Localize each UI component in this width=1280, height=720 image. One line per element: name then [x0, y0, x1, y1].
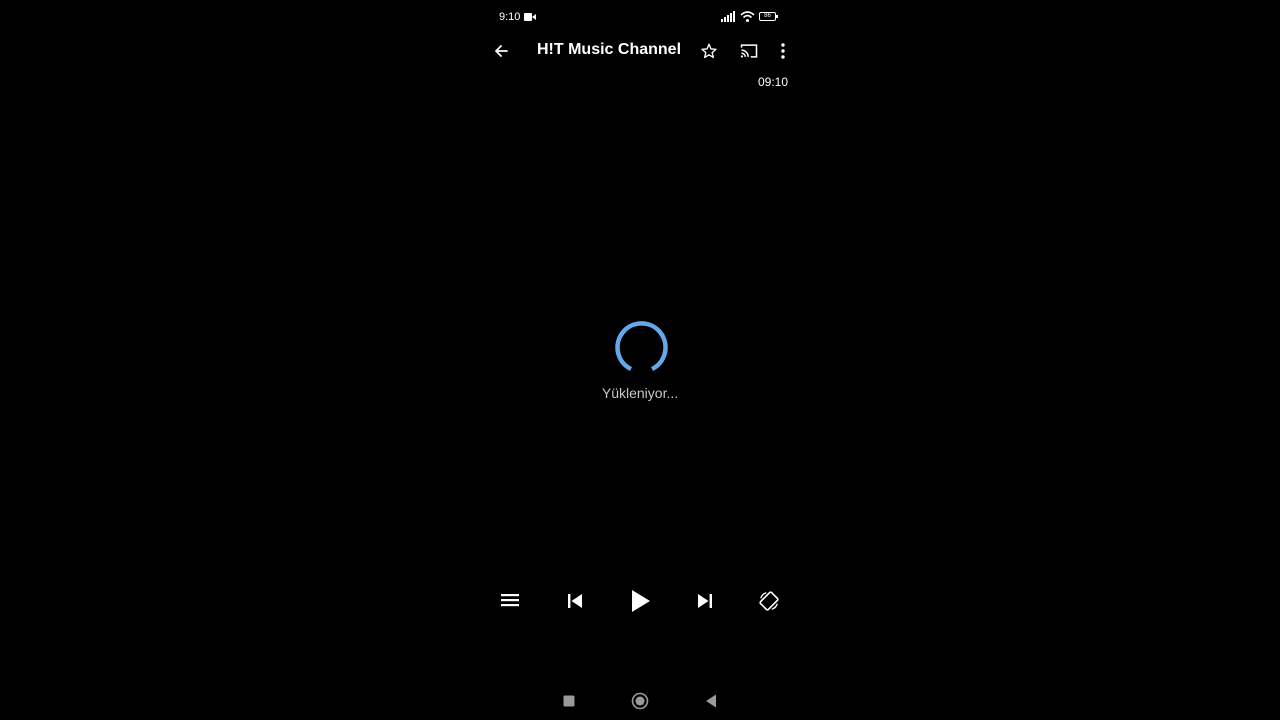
status-time: 9:10 — [499, 11, 521, 23]
wifi-icon — [740, 11, 755, 22]
signal-icon — [721, 11, 735, 22]
battery-icon: 86 — [759, 12, 778, 21]
playlist-icon — [501, 594, 519, 607]
screen-rotation-button[interactable] — [752, 584, 786, 618]
status-bar: 9:10 86 — [488, 0, 792, 34]
cast-icon — [740, 44, 758, 58]
more-vertical-icon — [781, 43, 785, 59]
back-triangle-icon — [706, 694, 716, 708]
favorite-button[interactable] — [696, 38, 722, 64]
home-button[interactable] — [629, 690, 651, 712]
back-arrow-icon — [495, 45, 508, 57]
recents-square-icon — [563, 695, 575, 707]
back-button[interactable] — [488, 38, 514, 64]
player-controls — [488, 584, 792, 618]
video-camera-icon — [524, 13, 536, 21]
play-icon — [632, 590, 650, 612]
phone-screen: 9:10 86 H!T Music Channel 09:10 Yükleniy… — [488, 0, 792, 720]
next-button[interactable] — [688, 584, 722, 618]
page-title: H!T Music Channel — [537, 41, 682, 58]
home-circle-icon — [631, 692, 649, 710]
star-icon — [701, 43, 717, 59]
playlist-button[interactable] — [493, 584, 527, 618]
loading-text: Yükleniyor... — [601, 385, 679, 401]
nav-back-button[interactable] — [700, 690, 722, 712]
skip-previous-icon — [568, 594, 582, 608]
previous-button[interactable] — [558, 584, 592, 618]
loading-spinner-icon — [615, 321, 668, 372]
cast-button[interactable] — [736, 38, 762, 64]
skip-next-icon — [698, 594, 712, 608]
system-navigation-bar — [488, 684, 792, 718]
more-options-button[interactable] — [771, 38, 795, 64]
play-button[interactable] — [624, 584, 658, 618]
toolbar: H!T Music Channel — [488, 34, 792, 68]
screen-rotation-icon — [759, 591, 779, 611]
player-clock: 09:10 — [757, 75, 788, 89]
recents-button[interactable] — [558, 690, 580, 712]
